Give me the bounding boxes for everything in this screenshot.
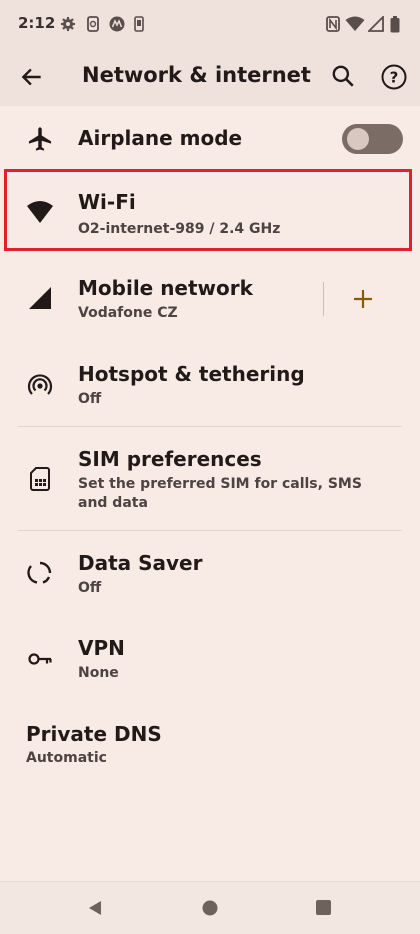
data-saver-subtitle: Off — [78, 580, 102, 596]
toggle-knob — [347, 128, 369, 150]
hotspot-icon — [27, 374, 53, 395]
cellular-signal-icon — [29, 287, 51, 309]
mobile-network-title: Mobile network — [78, 276, 253, 300]
sim-preferences-row[interactable]: SIM preferences Set the preferred SIM fo… — [0, 432, 420, 526]
nav-home-icon[interactable] — [201, 899, 219, 917]
data-saver-title: Data Saver — [78, 551, 203, 575]
sim-card-icon — [30, 467, 50, 491]
vpn-subtitle: None — [78, 665, 119, 681]
nav-back-icon[interactable] — [86, 899, 104, 917]
svg-text:?: ? — [390, 69, 399, 87]
sim-preferences-subtitle: Set the preferred SIM for calls, SMS and… — [78, 476, 362, 511]
phone-sync-icon — [87, 16, 99, 32]
hotspot-title: Hotspot & tethering — [78, 362, 305, 386]
page-title: Network & internet — [82, 63, 311, 87]
vpn-title: VPN — [78, 636, 125, 660]
nav-recents-icon[interactable] — [315, 899, 332, 916]
signal-status-icon — [368, 16, 384, 32]
private-dns-row[interactable]: Private DNS Automatic — [0, 708, 420, 780]
private-dns-subtitle: Automatic — [26, 750, 107, 766]
help-icon[interactable]: ? — [380, 63, 408, 91]
airplane-mode-toggle[interactable] — [342, 124, 403, 154]
mobile-network-subtitle: Vodafone CZ — [78, 305, 178, 321]
device-icon — [134, 16, 144, 32]
search-icon[interactable] — [330, 63, 356, 89]
wifi-status-icon — [345, 16, 365, 31]
add-icon[interactable] — [352, 288, 374, 310]
wifi-highlight-box — [4, 169, 412, 251]
mobile-network-divider — [323, 282, 324, 316]
motorola-icon — [109, 16, 125, 32]
status-bar: 2:12 — [0, 0, 420, 48]
sim-preferences-title: SIM preferences — [78, 447, 262, 471]
airplane-mode-title: Airplane mode — [78, 126, 243, 150]
navigation-bar — [0, 881, 420, 934]
vpn-row[interactable]: VPN None — [0, 622, 420, 696]
section-divider — [18, 530, 402, 531]
app-bar: Network & internet ? — [0, 48, 420, 106]
back-arrow-icon[interactable] — [19, 64, 45, 90]
nfc-icon — [326, 16, 340, 32]
settings-gear-icon — [61, 17, 75, 31]
private-dns-title: Private DNS — [26, 722, 162, 746]
hotspot-subtitle: Off — [78, 391, 102, 407]
airplane-icon — [28, 127, 52, 151]
hotspot-row[interactable]: Hotspot & tethering Off — [0, 348, 420, 422]
section-divider — [18, 426, 402, 427]
data-saver-row[interactable]: Data Saver Off — [0, 537, 420, 611]
vpn-key-icon — [28, 653, 52, 665]
status-time: 2:12 — [18, 14, 56, 32]
battery-icon — [390, 16, 400, 33]
data-saver-icon — [27, 561, 52, 584]
